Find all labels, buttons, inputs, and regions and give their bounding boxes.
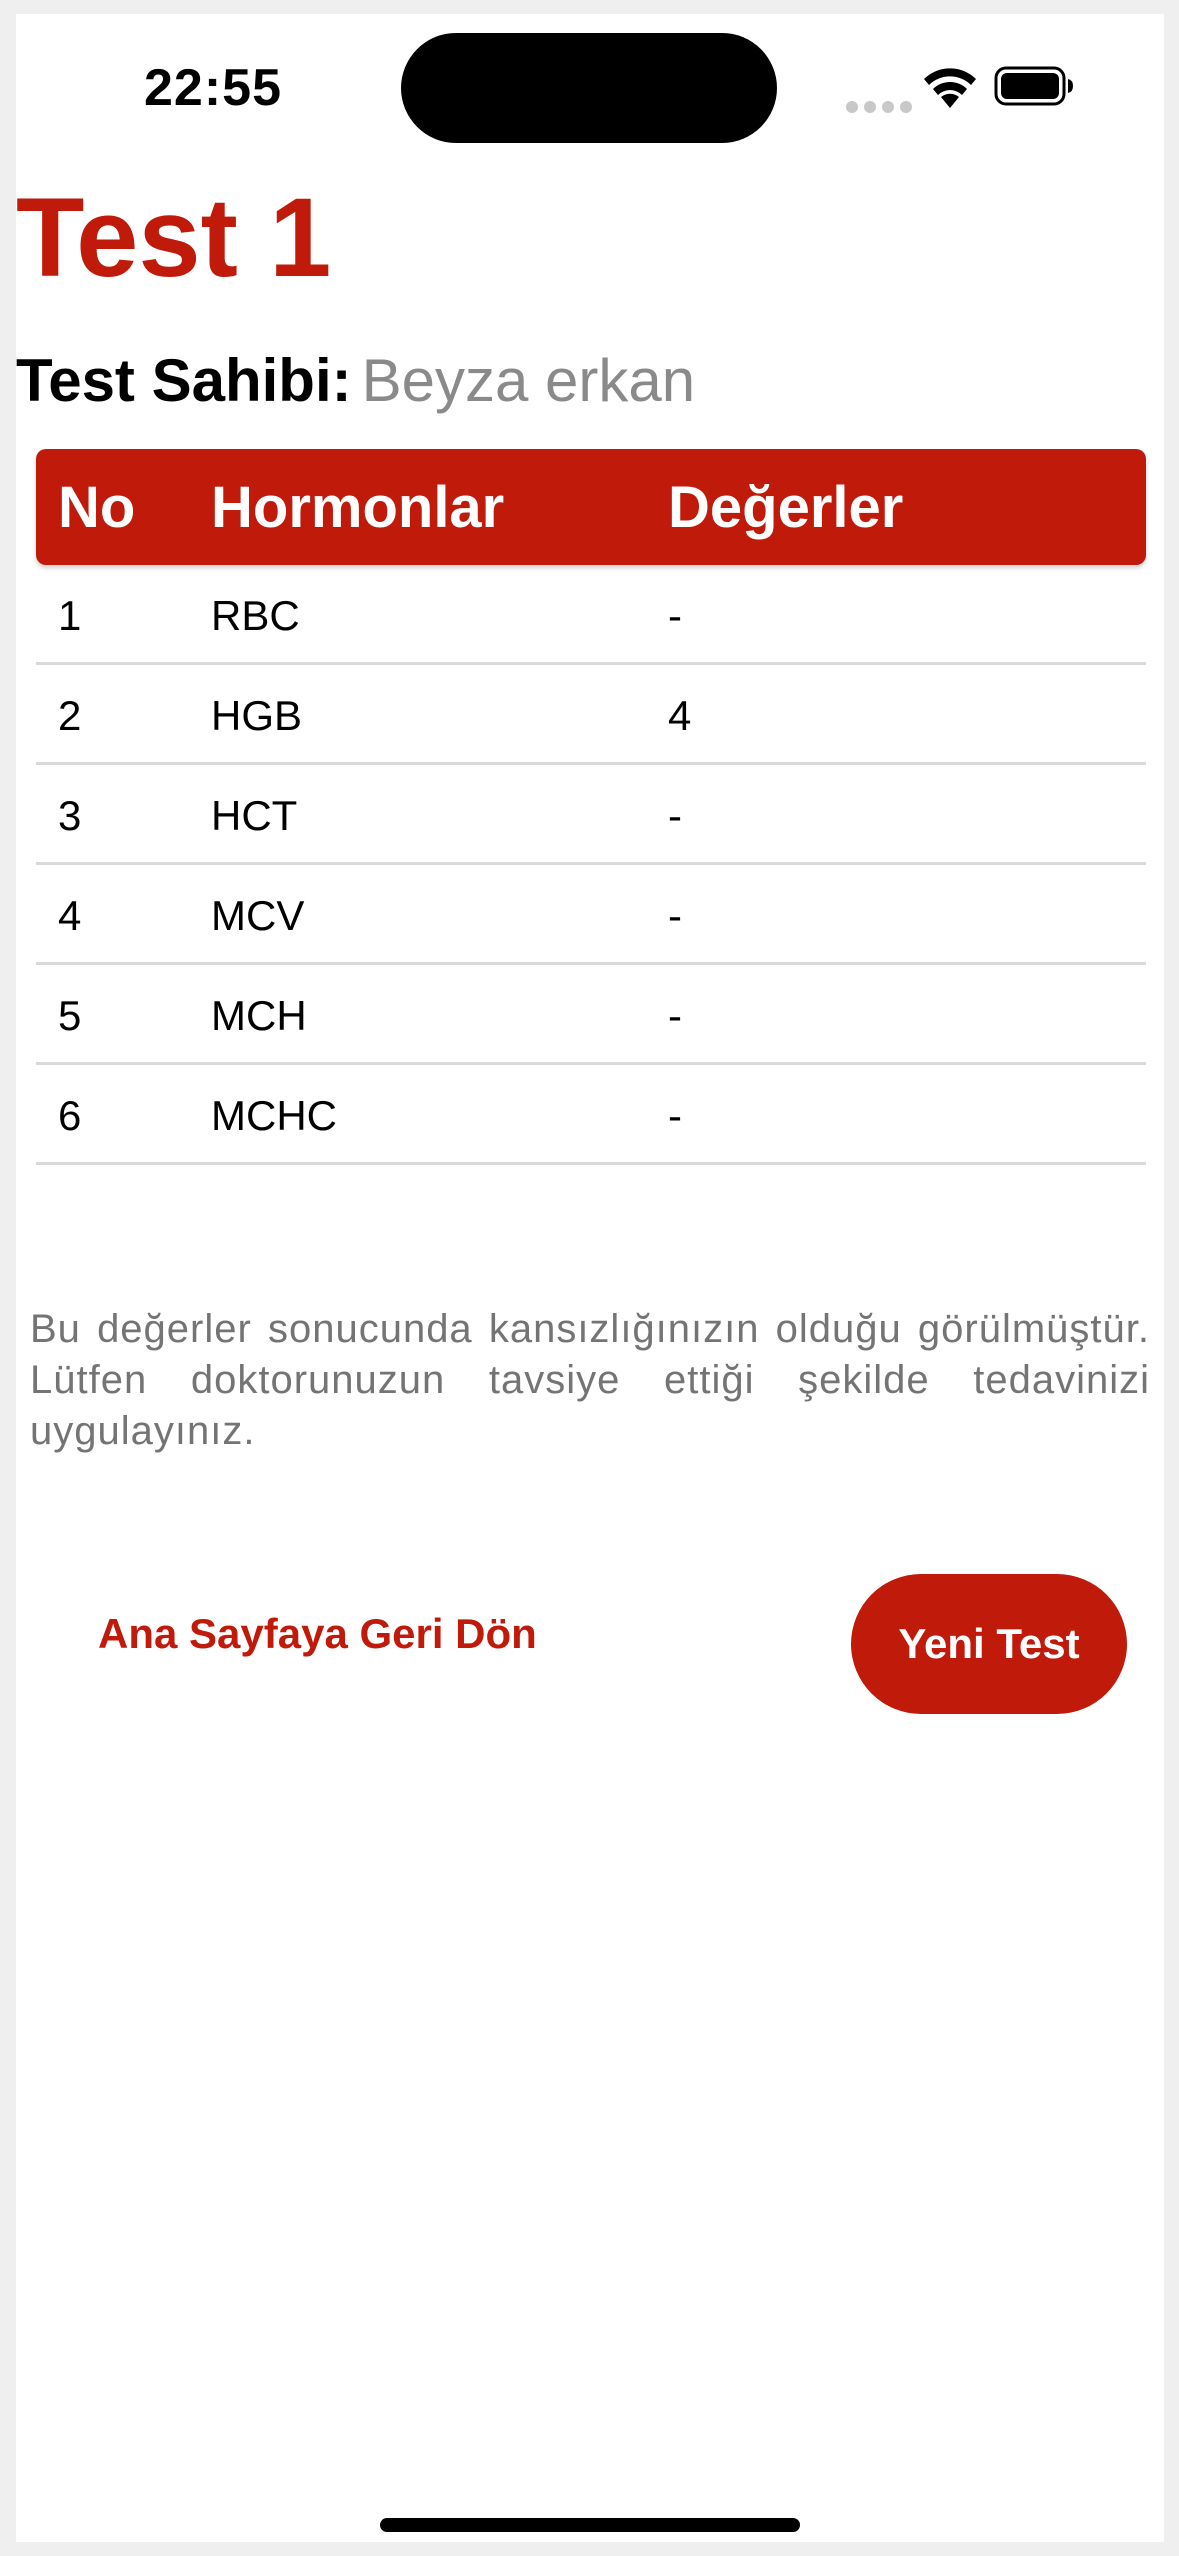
row-hormone: MCV bbox=[211, 892, 305, 939]
header-values: Değerler bbox=[668, 475, 904, 540]
page-title: Test 1 bbox=[16, 175, 332, 300]
row-number: 2 bbox=[58, 692, 82, 739]
table-row: 5 MCH - bbox=[36, 965, 1146, 1065]
row-value: - bbox=[668, 792, 682, 839]
row-value: 4 bbox=[668, 692, 692, 739]
app-screen: 22:55 Test 1 Test Sahibi: Beyza erkan No … bbox=[16, 14, 1164, 2542]
row-value: - bbox=[668, 992, 682, 1039]
row-value: - bbox=[668, 592, 682, 639]
row-hormone: HCT bbox=[211, 792, 298, 839]
cellular-signal-icon bbox=[846, 101, 912, 113]
table-row: 1 RBC - bbox=[36, 565, 1146, 665]
new-test-button[interactable]: Yeni Test bbox=[851, 1574, 1127, 1714]
row-hormone: RBC bbox=[211, 592, 300, 639]
table-row: 3 HCT - bbox=[36, 765, 1146, 865]
table-row: 4 MCV - bbox=[36, 865, 1146, 965]
wifi-icon bbox=[924, 68, 976, 108]
results-table: No Hormonlar Değerler 1 RBC - 2 HGB 4 3 … bbox=[36, 449, 1146, 1165]
row-number: 6 bbox=[58, 1092, 82, 1139]
test-owner-name: Beyza erkan bbox=[361, 347, 696, 414]
result-note: Bu değerler sonucunda kansızlığınızın ol… bbox=[30, 1307, 1150, 1453]
header-no: No bbox=[58, 475, 136, 540]
home-indicator[interactable] bbox=[380, 2518, 800, 2532]
test-owner-line: Test Sahibi: Beyza erkan bbox=[16, 348, 695, 414]
row-number: 3 bbox=[58, 792, 82, 839]
row-number: 5 bbox=[58, 992, 82, 1039]
row-number: 1 bbox=[58, 592, 82, 639]
header-hormones: Hormonlar bbox=[211, 475, 505, 540]
status-bar: 22:55 bbox=[16, 14, 1164, 164]
row-hormone: MCH bbox=[211, 992, 307, 1039]
row-hormone: HGB bbox=[211, 692, 303, 739]
row-hormone: MCHC bbox=[211, 1092, 337, 1139]
row-value: - bbox=[668, 892, 682, 939]
row-number: 4 bbox=[58, 892, 82, 939]
dynamic-island bbox=[401, 33, 777, 143]
table-row: 2 HGB 4 bbox=[36, 665, 1146, 765]
table-header: No Hormonlar Değerler bbox=[36, 449, 1146, 565]
status-time: 22:55 bbox=[144, 59, 282, 117]
table-row: 6 MCHC - bbox=[36, 1065, 1146, 1165]
battery-icon bbox=[994, 66, 1073, 106]
back-to-home-link[interactable]: Ana Sayfaya Geri Dön bbox=[98, 1610, 537, 1658]
test-owner-label: Test Sahibi: bbox=[16, 347, 352, 414]
row-value: - bbox=[668, 1092, 682, 1139]
